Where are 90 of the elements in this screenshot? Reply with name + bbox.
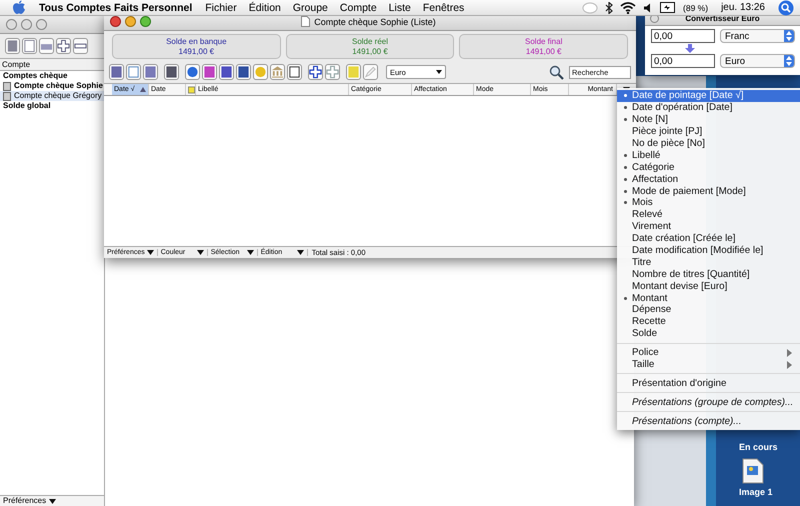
- account-list-item[interactable]: Compte chèque Sophie: [0, 81, 104, 91]
- menu-item[interactable]: Titre: [617, 256, 800, 268]
- plus-icon[interactable]: [308, 64, 323, 80]
- close-button[interactable]: [6, 19, 17, 30]
- wifi-icon[interactable]: [620, 2, 636, 14]
- menu-item[interactable]: Recette: [617, 316, 800, 328]
- zoom-button[interactable]: [140, 16, 151, 27]
- preferences-menu[interactable]: Préférences: [0, 495, 104, 506]
- note-icon[interactable]: [346, 64, 361, 80]
- document-icon[interactable]: [126, 64, 141, 80]
- stepper-arrows-icon: [786, 56, 792, 66]
- note-icon: [188, 86, 195, 94]
- file-icon[interactable]: [742, 458, 764, 484]
- balance-value: 1491,00 €: [178, 46, 214, 56]
- menu-item[interactable]: Montant devise [Euro]: [617, 280, 800, 292]
- battery-level: (89 %): [683, 2, 708, 12]
- menu-item[interactable]: Liste: [388, 2, 411, 14]
- caret-icon: [246, 250, 254, 255]
- frame-icon[interactable]: [287, 64, 302, 80]
- plus-icon[interactable]: [56, 38, 71, 54]
- menu-item[interactable]: Date d'opération [Date]: [617, 102, 800, 114]
- caret-icon: [296, 250, 304, 255]
- column-header[interactable]: Compte: [0, 58, 104, 71]
- balance-label: Solde réel: [352, 36, 388, 46]
- menu-item[interactable]: Date création [Créée le]: [617, 232, 800, 245]
- globe-icon[interactable]: [185, 64, 200, 80]
- battery-icon[interactable]: [660, 2, 676, 13]
- caret-icon: [49, 498, 56, 504]
- caret-icon: [196, 250, 204, 255]
- zoom-button[interactable]: [36, 19, 47, 30]
- amount-field[interactable]: 0,00: [651, 54, 715, 68]
- stepper-arrows-icon: [786, 31, 792, 41]
- pencil-icon[interactable]: [363, 64, 378, 80]
- menu-item[interactable]: Date modification [Modifiée le]: [617, 244, 800, 256]
- menu-item[interactable]: Fichier: [205, 2, 237, 14]
- menu-item[interactable]: Présentations (groupe de comptes)...: [617, 396, 800, 408]
- menu-item[interactable]: Pièce jointe [PJ]: [617, 126, 800, 138]
- menu-item[interactable]: Affectation: [617, 173, 800, 186]
- menu-item[interactable]: Virement: [617, 220, 800, 233]
- search-icon[interactable]: [778, 0, 794, 16]
- balance-label: Solde en banque: [166, 36, 227, 46]
- menu-item[interactable]: Taille: [617, 358, 800, 370]
- menu-item[interactable]: Édition: [248, 2, 281, 14]
- app-menu[interactable]: Tous Comptes Faits Personnel: [39, 2, 192, 14]
- account-list-item[interactable]: Solde global: [0, 101, 104, 111]
- minus-icon[interactable]: [73, 38, 88, 54]
- menu-item[interactable]: Mois: [617, 197, 800, 209]
- apple-icon[interactable]: [12, 0, 26, 15]
- account-list-item[interactable]: Comptes chèque: [0, 71, 104, 81]
- amount-field[interactable]: 0,00: [651, 29, 715, 43]
- balance-value: 1491,00 €: [352, 46, 388, 56]
- bluetooth-icon[interactable]: [605, 2, 614, 14]
- menu-item[interactable]: Libellé: [617, 149, 800, 162]
- menu-item[interactable]: Catégorie: [617, 161, 800, 174]
- window-title: Convertisseur Euro: [685, 14, 761, 23]
- document-icon: [301, 16, 310, 27]
- arrow-down-icon: [685, 44, 695, 53]
- menu-item[interactable]: Nombre de titres [Quantité]: [617, 268, 800, 280]
- caret-icon: [146, 250, 154, 255]
- menu-item[interactable]: Solde: [617, 328, 800, 340]
- menu-item[interactable]: Note [N]: [617, 114, 800, 126]
- menu-item[interactable]: Police: [617, 346, 800, 359]
- menu-item[interactable]: Groupe: [292, 2, 328, 14]
- balance-value: 1491,00 €: [526, 46, 562, 56]
- folder-label: En cours: [739, 442, 778, 452]
- menu-item[interactable]: Fenêtres: [422, 2, 464, 14]
- document-icon[interactable]: [22, 38, 37, 54]
- menu-item[interactable]: Compte: [340, 2, 377, 14]
- menu-item[interactable]: Relevé: [617, 208, 800, 221]
- close-button[interactable]: [110, 16, 121, 27]
- currency-popup[interactable]: Euro: [720, 54, 795, 68]
- menu-item[interactable]: Montant: [617, 292, 800, 304]
- column-header[interactable]: [186, 84, 196, 95]
- menu-item[interactable]: Mode de paiement [Mode]: [617, 185, 800, 198]
- clock[interactable]: jeu. 13:26: [721, 2, 765, 13]
- menu-item[interactable]: Présentations (compte)...: [617, 415, 800, 428]
- menu-item[interactable]: Présentation d'origine: [617, 377, 800, 390]
- file-label[interactable]: Image 1: [739, 487, 773, 497]
- sort-icon: [140, 87, 146, 92]
- minimize-button[interactable]: [125, 16, 136, 27]
- menu-item[interactable]: Date de pointage [Date √]: [617, 90, 800, 102]
- minimize-button[interactable]: [21, 19, 32, 30]
- menu-item[interactable]: Dépense: [617, 304, 800, 316]
- account-list-item[interactable]: Compte chèque Grégory: [0, 91, 104, 101]
- search-icon: [549, 64, 564, 80]
- menu-item[interactable]: No de pièce [No]: [617, 138, 800, 150]
- currency-popup[interactable]: Franc: [720, 29, 795, 43]
- window-title: Compte chèque Sophie (Liste): [301, 16, 486, 27]
- caret-icon: [436, 70, 442, 74]
- balance-label: Solde final: [525, 36, 562, 46]
